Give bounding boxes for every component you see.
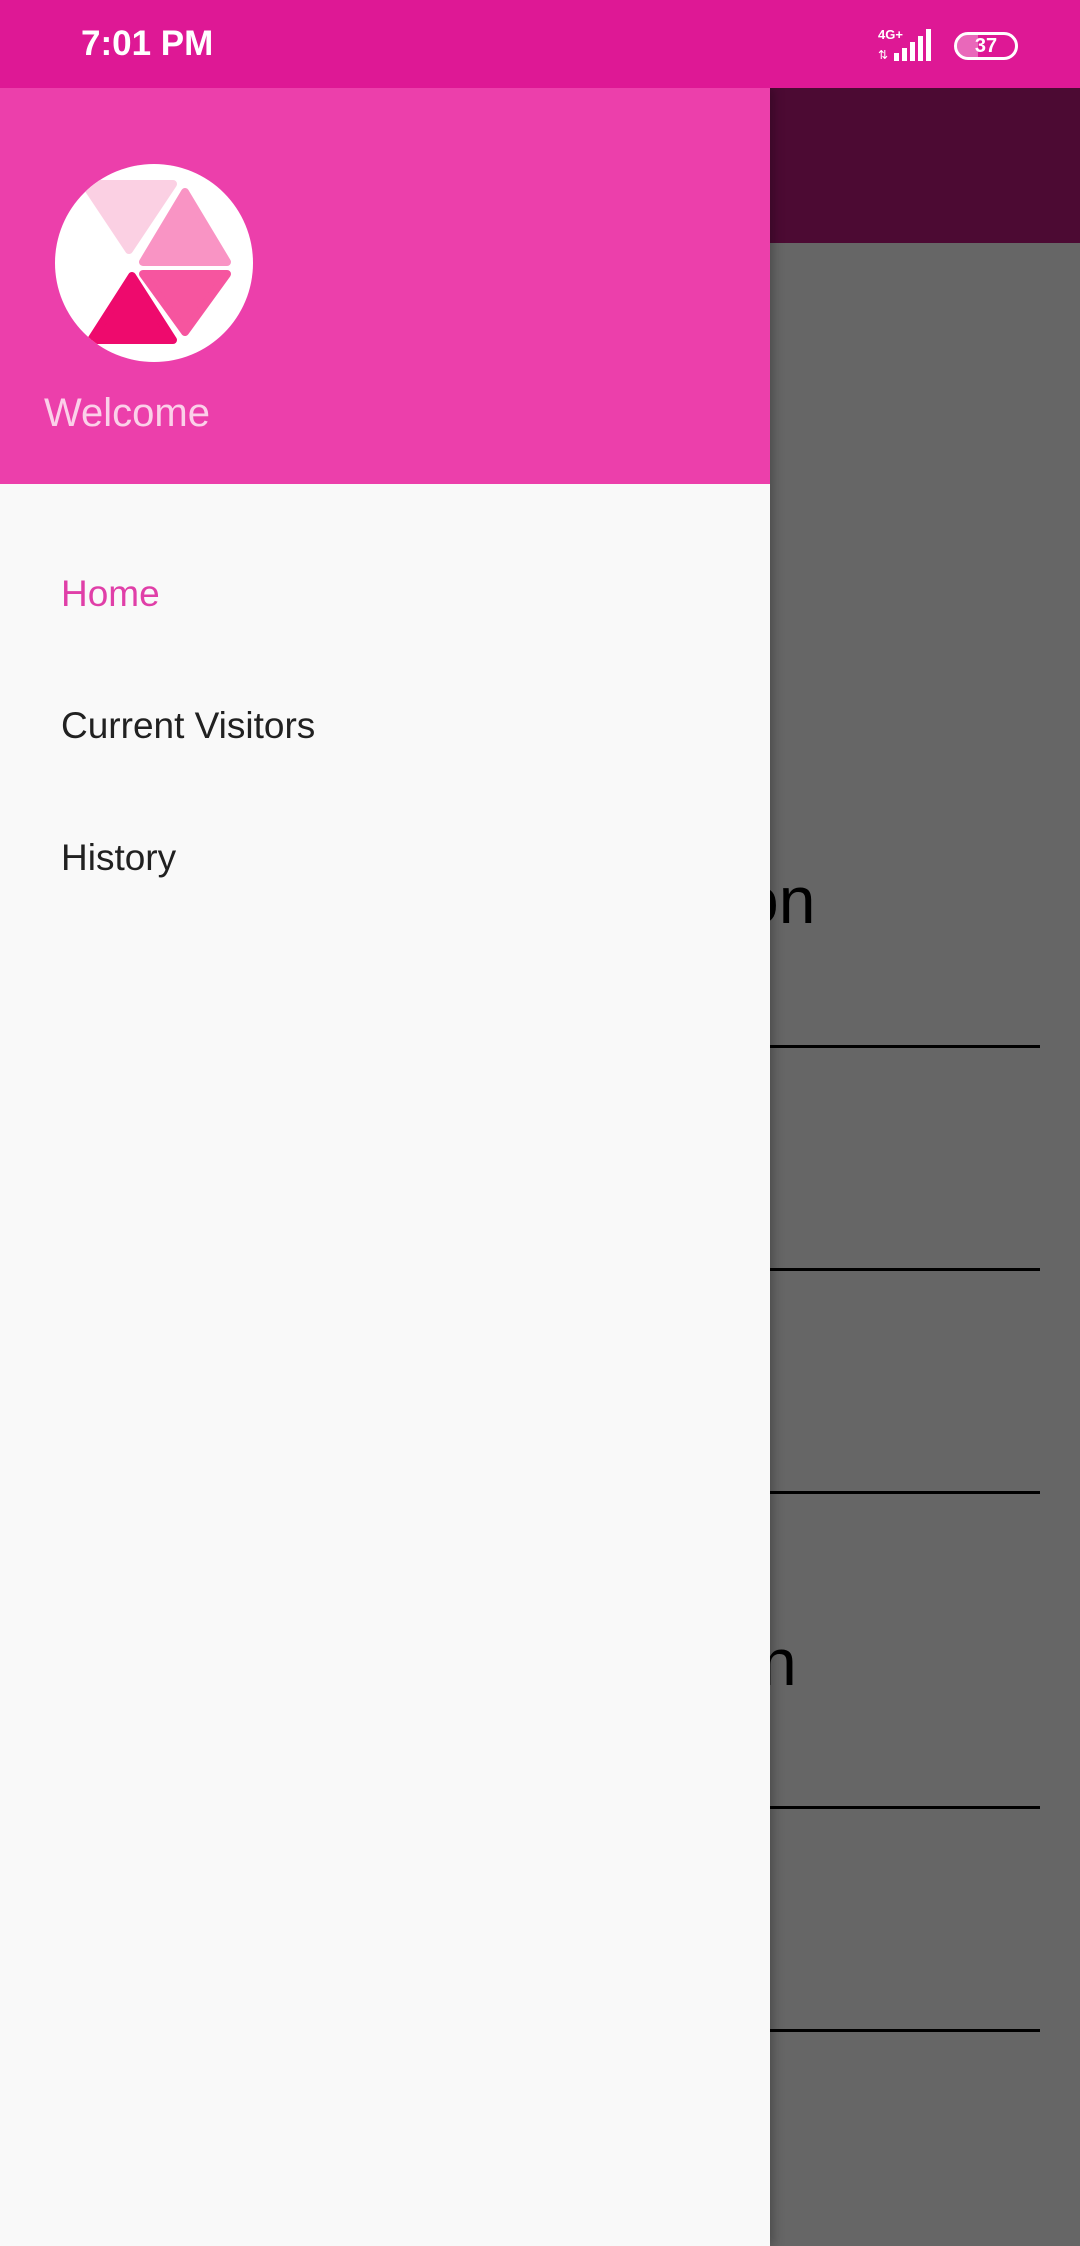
drawer-item-current-visitors[interactable]: Current Visitors [0, 660, 770, 792]
svg-text:⇅: ⇅ [878, 48, 888, 62]
app-logo-icon [55, 164, 253, 362]
drawer-header: Welcome [0, 88, 770, 484]
drawer-item-home[interactable]: Home [0, 528, 770, 660]
drawer-item-label: Home [61, 573, 160, 614]
phone-screen: 7:01 PM 4G+ ⇅ 37 cer on n [0, 0, 1080, 2246]
drawer-item-label: Current Visitors [61, 705, 316, 746]
signal-icon: 4G+ ⇅ [878, 27, 931, 62]
battery-level-text: 37 [974, 35, 998, 57]
drawer-item-label: History [61, 837, 177, 878]
welcome-text: Welcome [44, 391, 210, 435]
status-bar: 7:01 PM 4G+ ⇅ 37 [0, 0, 1080, 88]
battery-icon: 37 [954, 32, 1018, 60]
network-type-label: 4G+ [878, 27, 903, 42]
app-logo-graphic [81, 180, 231, 344]
drawer-item-history[interactable]: History [0, 792, 770, 924]
status-time: 7:01 PM [81, 24, 214, 63]
navigation-drawer: Welcome Home Current Visitors History [0, 88, 770, 2246]
